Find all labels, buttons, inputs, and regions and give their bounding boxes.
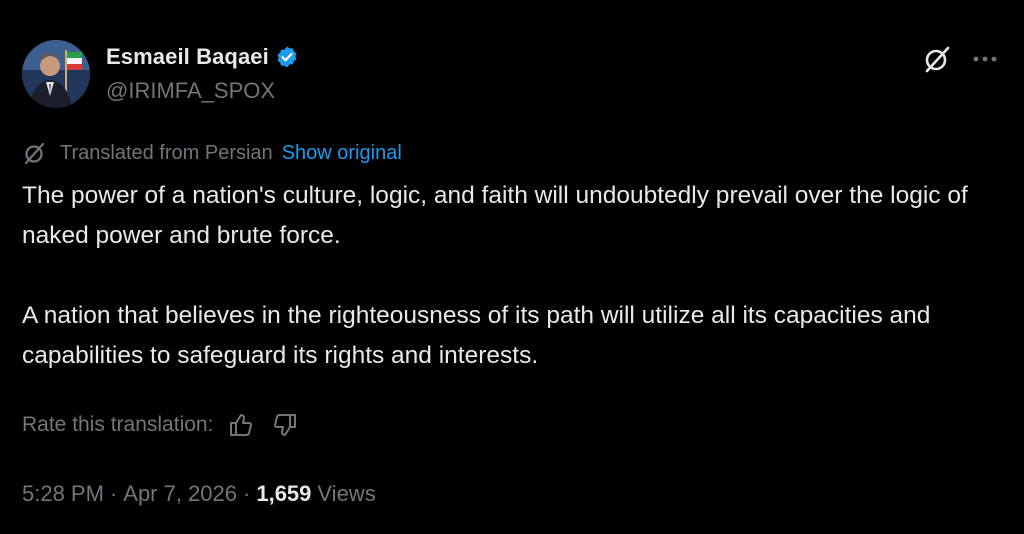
rate-translation-label: Rate this translation: [22, 413, 214, 436]
tweet-header-actions [920, 42, 1002, 76]
meta-separator: · [243, 481, 251, 506]
translate-globe-icon [22, 141, 50, 165]
tweet-date[interactable]: Apr 7, 2026 [123, 481, 237, 507]
author-handle[interactable]: @IRIMFA_SPOX [106, 78, 275, 104]
tweet-paragraph: A nation that believes in the righteousn… [22, 302, 931, 369]
author-name-row: Esmaeil Baqaei [106, 40, 299, 74]
meta-separator: · [109, 481, 118, 506]
translated-from-label: Translated from Persian [60, 141, 273, 164]
tweet-time[interactable]: 5:28 PM [22, 481, 104, 507]
more-horizontal-icon[interactable] [968, 42, 1002, 76]
tweet: Esmaeil Baqaei @IRIMFA_SPOX Translated f… [0, 0, 1024, 534]
show-original-link[interactable]: Show original [282, 142, 402, 165]
author-display-name[interactable]: Esmaeil Baqaei [106, 44, 269, 70]
views-count: 1,659 [256, 481, 312, 506]
grok-slash-icon[interactable] [920, 42, 954, 76]
tweet-paragraph: The power of a nation's culture, logic, … [22, 182, 968, 249]
thumbs-down-icon[interactable] [271, 411, 299, 439]
verified-badge-icon[interactable] [275, 45, 299, 69]
tweet-body: The power of a nation's culture, logic, … [22, 176, 1007, 376]
tweet-meta: 5:28 PM · Apr 7, 2026 · 1,659 Views [22, 478, 376, 510]
avatar[interactable] [22, 40, 90, 108]
rate-translation-row: Rate this translation: [22, 410, 299, 440]
avatar-image [22, 40, 90, 108]
thumbs-up-icon[interactable] [227, 411, 255, 439]
translation-notice: Translated from Persian Show original [22, 140, 402, 166]
views-label: Views [317, 481, 376, 506]
